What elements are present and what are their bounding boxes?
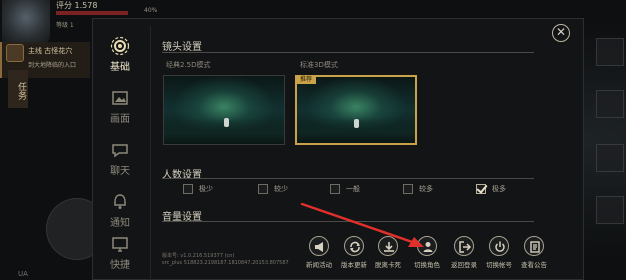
mode-classic-card[interactable] [163,75,285,145]
switch-role-button[interactable]: 切换角色 [409,236,445,269]
mode-standard-label: 标准3D模式 [300,61,338,69]
megaphone-icon [309,236,329,256]
return-login-button[interactable]: 返回登录 [446,236,482,269]
switch-role-icon [417,236,437,256]
tab-basic[interactable]: 基础 [100,36,140,82]
version-number: 版本号: v1.0.216.519377 (cn) [162,253,235,259]
section-divider [162,221,534,222]
checkbox[interactable] [183,184,193,194]
tab-graphics[interactable]: 画面 [100,88,140,134]
gear-icon [110,36,130,56]
switch-account-button[interactable]: 切换帐号 [481,236,517,269]
build-info: src_plus 518823.2198187.1810847.20153.80… [162,260,289,266]
picture-icon [112,91,128,105]
quest-icon [6,44,24,62]
checkbox[interactable] [403,184,413,194]
chat-icon [112,144,128,158]
checkbox[interactable] [330,184,340,194]
player-level: 等级 1 [56,22,74,29]
mode-standard-card[interactable] [295,75,417,145]
checkbox[interactable] [258,184,268,194]
quest-title: 主线 古怪花穴 [28,47,73,55]
close-icon: ✕ [555,25,567,39]
skill-slot-grid [594,20,626,270]
skill-slot[interactable] [596,38,624,66]
progress-percent: 40% [144,7,158,14]
player-avatar[interactable] [2,0,50,44]
tab-notify-label: 通知 [110,218,130,229]
population-option-few[interactable]: 较少 [258,184,288,194]
skill-slot[interactable] [596,196,624,224]
tab-shortcut-label: 快捷 [110,260,130,271]
skill-slot[interactable] [596,144,624,172]
view-notice-button[interactable]: 查看公告 [516,236,552,269]
hp-bar [56,11,128,15]
tab-basic-label: 基础 [110,62,130,73]
population-option-very-few[interactable]: 极少 [183,184,213,194]
bell-icon [114,194,126,209]
section-divider [162,178,534,179]
tab-chat-label: 聊天 [110,166,130,177]
corner-label: UA [18,270,28,278]
population-option-very-many[interactable]: 极多 [476,184,506,194]
quest-description: 到大地降临的入口 [28,62,77,69]
checkbox-checked[interactable] [476,184,486,194]
power-icon [489,236,509,256]
unstuck-icon [378,236,398,256]
camera-section-title: 镜头设置 [162,42,202,53]
player-name: 评分 1.578 [56,1,98,10]
tab-shortcut[interactable]: 快捷 [100,234,140,280]
skill-slot[interactable] [596,90,624,118]
settings-sidebar: 基础 画面 聊天 通知 快捷 [100,36,140,280]
tab-notify[interactable]: 通知 [100,192,140,238]
recommend-badge: 推荐 [296,75,317,84]
character-figure [354,119,359,128]
close-button[interactable]: ✕ [552,24,570,42]
population-option-many[interactable]: 较多 [403,184,433,194]
monitor-icon [112,237,128,252]
section-divider [162,52,534,53]
version-update-button[interactable]: 版本更新 [336,236,372,269]
character-figure [224,118,229,127]
news-activity-button[interactable]: 新闻活动 [301,236,337,269]
tab-chat[interactable]: 聊天 [100,140,140,186]
tab-graphics-label: 画面 [110,114,130,125]
logout-icon [454,236,474,256]
notice-icon [524,236,544,256]
quest-tab[interactable]: 任务 [8,70,28,108]
mode-classic-label: 经典2.5D模式 [166,61,211,69]
refresh-icon [344,236,364,256]
unstuck-button[interactable]: 脱离卡死 [370,236,406,269]
population-option-normal[interactable]: 一般 [330,184,360,194]
